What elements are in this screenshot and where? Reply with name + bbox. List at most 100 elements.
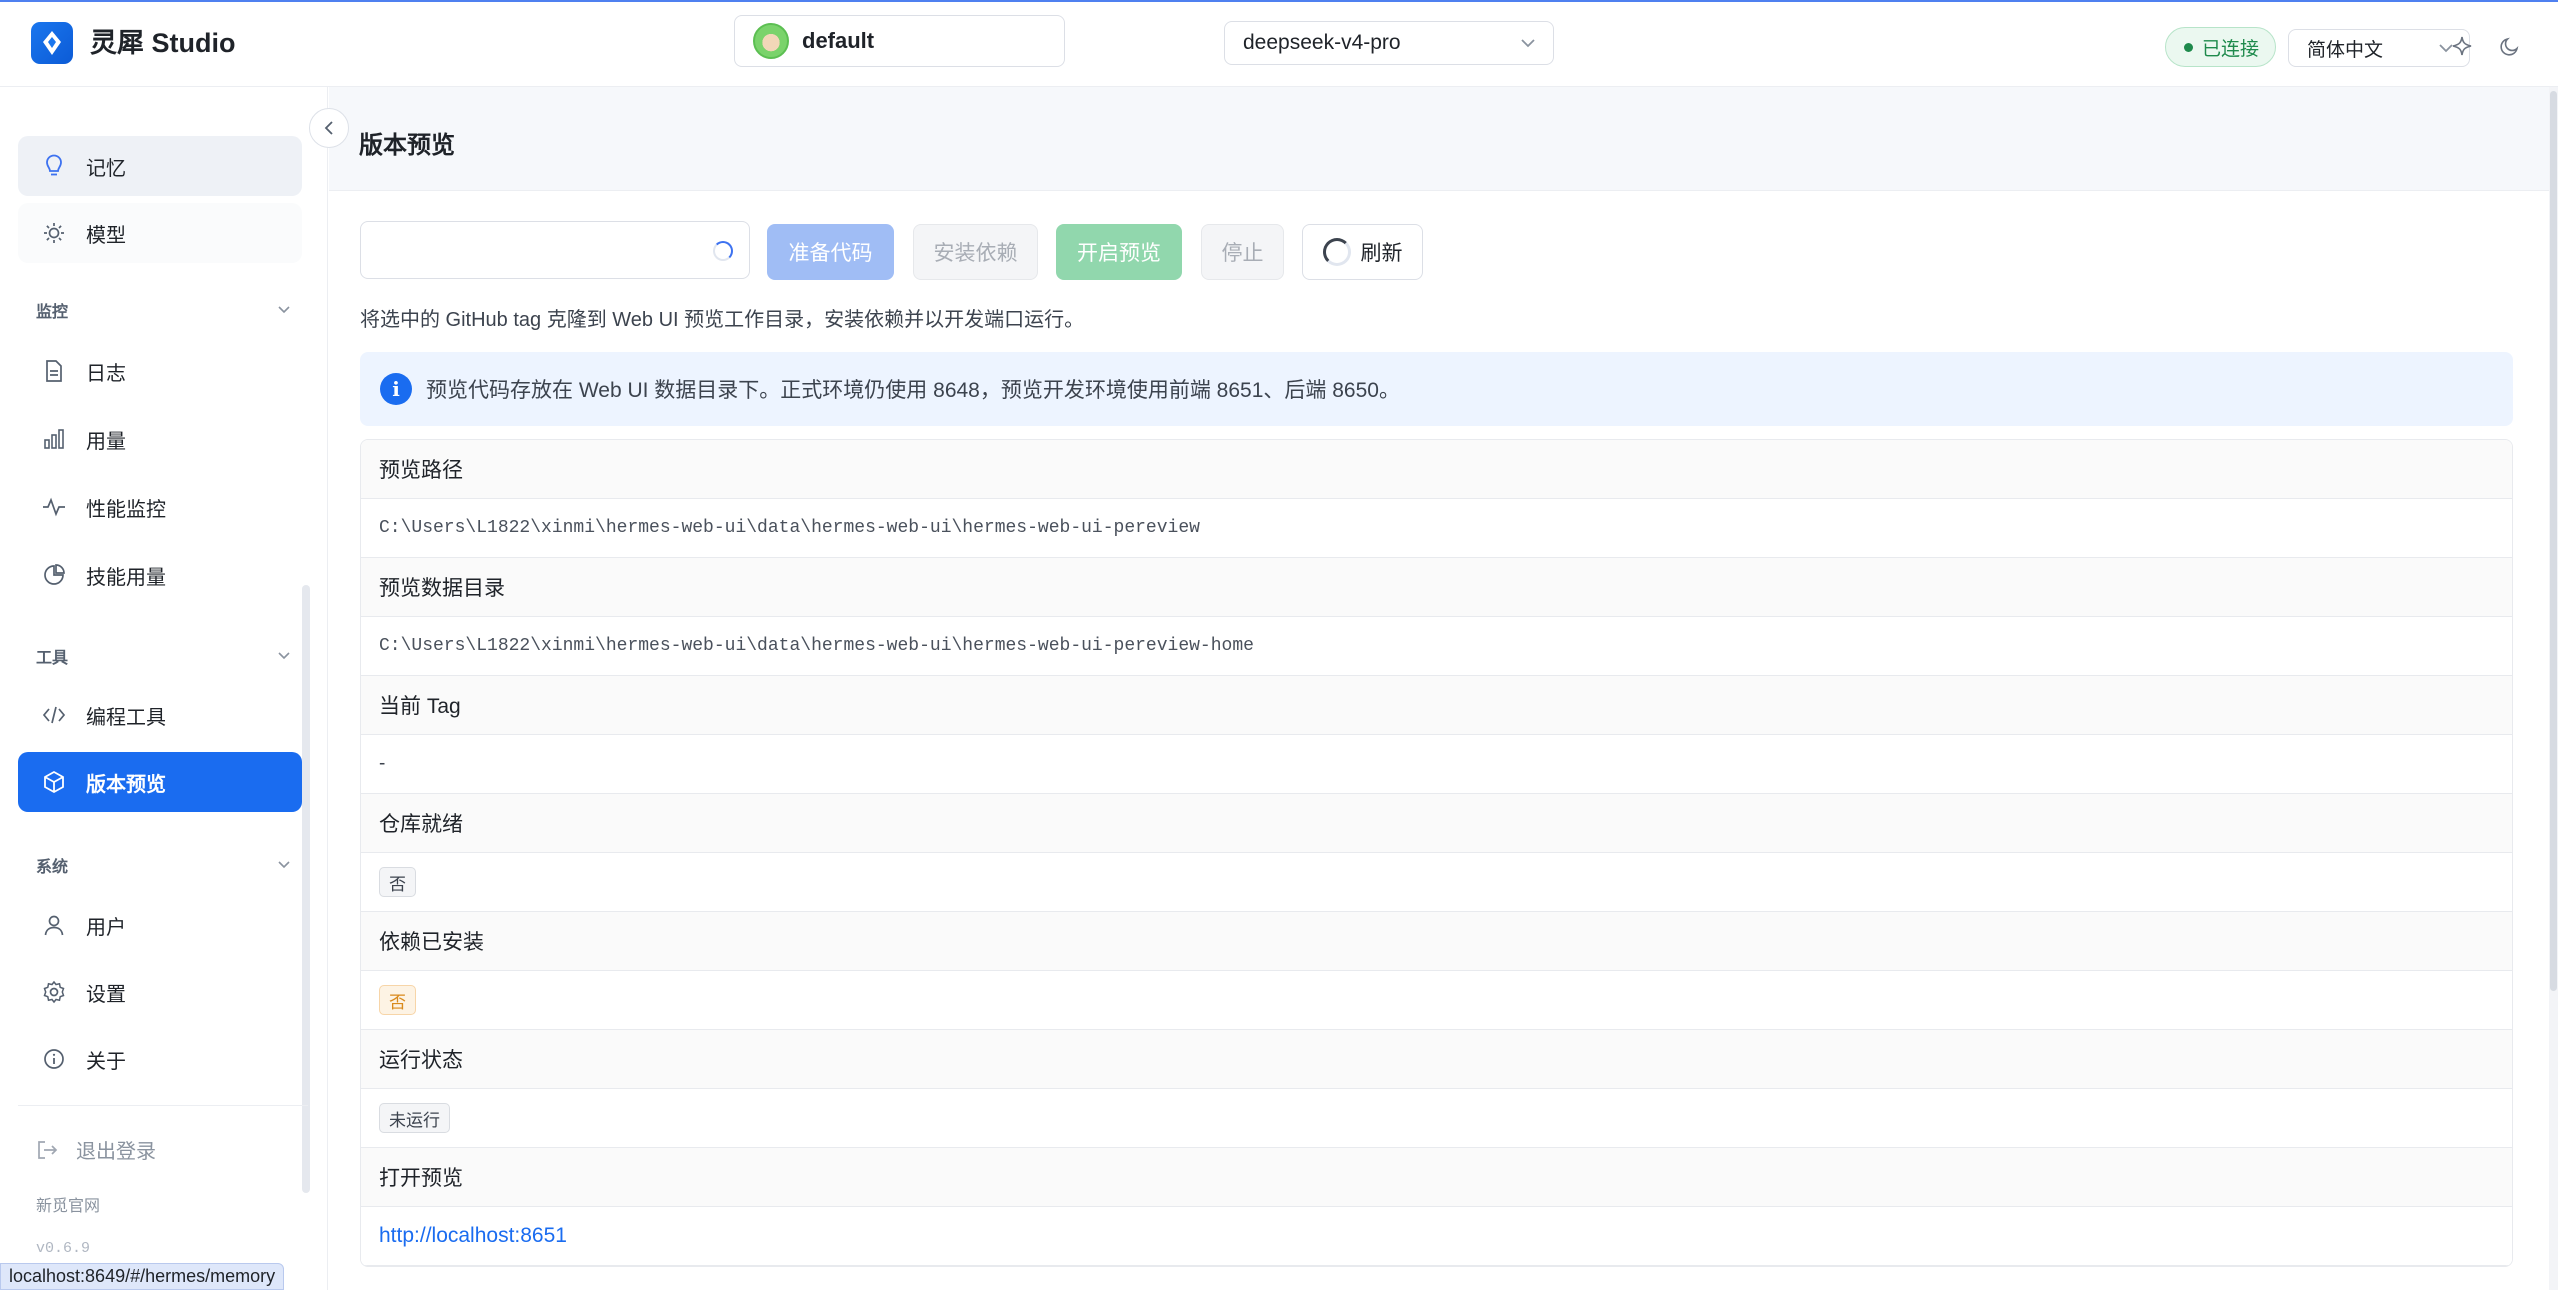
row-label: 打开预览 — [361, 1148, 2512, 1207]
content-panel: 准备代码 安装依赖 开启预览 停止 刷新 将选中的 GitHub tag 克隆到… — [329, 191, 2549, 1290]
info-icon: i — [380, 373, 412, 405]
language-label: 简体中文 — [2307, 39, 2384, 61]
main-area: 版本预览 准备代码 安装依赖 开启预览 停止 刷新 将选中的 GitHub ta… — [329, 87, 2558, 1290]
sidebar-item-version-preview[interactable]: 版本预览 — [18, 752, 302, 812]
sidebar-item-label: 记忆 — [86, 157, 126, 180]
model-select[interactable]: deepseek-v4-pro — [1224, 21, 1554, 65]
row-value: 否 — [361, 853, 2512, 912]
bar-chart-icon — [40, 425, 68, 453]
document-icon — [40, 357, 68, 385]
sidebar-item-label: 用户 — [86, 916, 126, 939]
logout-label: 退出登录 — [76, 1141, 156, 1163]
sidebar-item-label: 日志 — [86, 362, 126, 385]
sidebar-item-coding-tools[interactable]: 编程工具 — [18, 685, 302, 745]
sidebar-item-settings[interactable]: 设置 — [18, 962, 302, 1022]
sidebar-item-skill-usage[interactable]: 技能用量 — [18, 545, 302, 605]
lightbulb-icon — [40, 152, 68, 180]
sidebar-item-usage[interactable]: 用量 — [18, 409, 302, 469]
logo-icon — [43, 31, 61, 55]
app-logo[interactable] — [31, 22, 73, 64]
package-icon — [40, 768, 68, 796]
sidebar-item-label: 用量 — [86, 430, 126, 453]
model-name: deepseek-v4-pro — [1243, 31, 1401, 54]
sidebar-item-label: 设置 — [86, 983, 126, 1006]
page-description: 将选中的 GitHub tag 克隆到 Web UI 预览工作目录，安装依赖并以… — [360, 309, 1085, 331]
official-website-link[interactable]: 新觅官网 — [36, 1192, 100, 1216]
section-title: 系统 — [36, 859, 69, 876]
connection-status-text: 已连接 — [2202, 38, 2260, 60]
profile-name: default — [802, 28, 875, 53]
page-title: 版本预览 — [359, 132, 455, 159]
row-value: 否 — [361, 971, 2512, 1030]
open-preview-link[interactable]: http://localhost:8651 — [379, 1224, 567, 1248]
sidebar-divider — [18, 1105, 308, 1106]
tag-select[interactable] — [360, 221, 750, 279]
profile-select[interactable]: default — [734, 15, 1065, 67]
logout-icon — [38, 1140, 58, 1159]
sidebar-item-users[interactable]: 用户 — [18, 895, 302, 955]
refresh-spinner-icon — [1322, 238, 1351, 266]
page-header: 版本预览 — [329, 87, 2549, 191]
stop-button[interactable]: 停止 — [1201, 224, 1284, 280]
info-alert: i 预览代码存放在 Web UI 数据目录下。正式环境仍使用 8648，预览开发… — [360, 352, 2513, 426]
app-version: v0.6.9 — [36, 1240, 91, 1257]
row-value: C:\Users\L1822\xinmi\hermes-web-ui\data\… — [361, 617, 2512, 676]
run-status-tag: 未运行 — [379, 1103, 450, 1133]
row-value: - — [361, 735, 2512, 794]
status-bar-url: localhost:8649/#/hermes/memory — [0, 1263, 285, 1290]
code-icon — [40, 701, 68, 729]
chevron-down-icon — [278, 306, 290, 314]
avatar — [753, 23, 789, 59]
status-dot — [2184, 42, 2193, 52]
section-title: 监控 — [36, 304, 69, 321]
row-label: 运行状态 — [361, 1030, 2512, 1089]
sidebar-scrollbar[interactable] — [302, 585, 310, 1193]
pie-chart-icon — [40, 561, 68, 589]
data-dir-value: C:\Users\L1822\xinmi\hermes-web-ui\data\… — [379, 636, 1254, 656]
sidebar-item-label: 版本预览 — [86, 773, 166, 796]
sidebar-item-models[interactable]: 模型 — [18, 203, 302, 263]
row-value: http://localhost:8651 — [361, 1207, 2512, 1266]
row-label: 当前 Tag — [361, 676, 2512, 735]
pulse-icon — [40, 493, 68, 521]
loading-spinner-icon — [713, 241, 733, 261]
info-icon — [40, 1045, 68, 1073]
logout-button[interactable]: 退出登录 — [36, 1135, 156, 1164]
sidebar-item-label: 编程工具 — [86, 706, 166, 729]
row-value: C:\Users\L1822\xinmi\hermes-web-ui\data\… — [361, 499, 2512, 558]
sidebar-collapse-button[interactable] — [309, 108, 349, 148]
preview-path-value: C:\Users\L1822\xinmi\hermes-web-ui\data\… — [379, 518, 1200, 538]
sidebar-item-performance[interactable]: 性能监控 — [18, 477, 302, 537]
sidebar-item-memory[interactable]: 记忆 — [18, 136, 302, 196]
section-tools[interactable]: 工具 — [36, 644, 290, 668]
row-label: 仓库就绪 — [361, 794, 2512, 853]
gear-icon — [40, 978, 68, 1006]
section-system[interactable]: 系统 — [36, 853, 290, 877]
current-tag-value: - — [379, 753, 386, 774]
sun-gear-icon — [40, 219, 68, 247]
refresh-label: 刷新 — [1360, 242, 1403, 265]
sidebar-item-logs[interactable]: 日志 — [18, 341, 302, 401]
main-scrollbar-thumb[interactable] — [2550, 91, 2557, 991]
chevron-left-icon — [324, 121, 333, 135]
sparkle-icon[interactable] — [2448, 32, 2476, 60]
section-monitor[interactable]: 监控 — [36, 298, 290, 322]
section-title: 工具 — [36, 650, 69, 667]
connection-status-badge: 已连接 — [2165, 27, 2277, 67]
dark-mode-icon[interactable] — [2496, 32, 2524, 60]
alert-text: 预览代码存放在 Web UI 数据目录下。正式环境仍使用 8648，预览开发环境… — [426, 379, 1400, 402]
sidebar-item-label: 关于 — [86, 1050, 126, 1073]
preview-details-table: 预览路径 C:\Users\L1822\xinmi\hermes-web-ui\… — [360, 439, 2513, 1267]
deps-installed-tag: 否 — [379, 985, 416, 1015]
language-select[interactable]: 简体中文 — [2288, 29, 2470, 67]
prepare-code-button[interactable]: 准备代码 — [767, 224, 894, 280]
brand-name: 灵犀 Studio — [90, 28, 236, 58]
main-scrollbar[interactable] — [2549, 87, 2558, 1290]
install-deps-button[interactable]: 安装依赖 — [913, 224, 1038, 280]
start-preview-button[interactable]: 开启预览 — [1056, 224, 1182, 280]
row-label: 依赖已安装 — [361, 912, 2512, 971]
sidebar-item-about[interactable]: 关于 — [18, 1029, 302, 1089]
chevron-down-icon — [278, 861, 290, 869]
row-label: 预览数据目录 — [361, 558, 2512, 617]
refresh-button[interactable]: 刷新 — [1302, 224, 1423, 280]
